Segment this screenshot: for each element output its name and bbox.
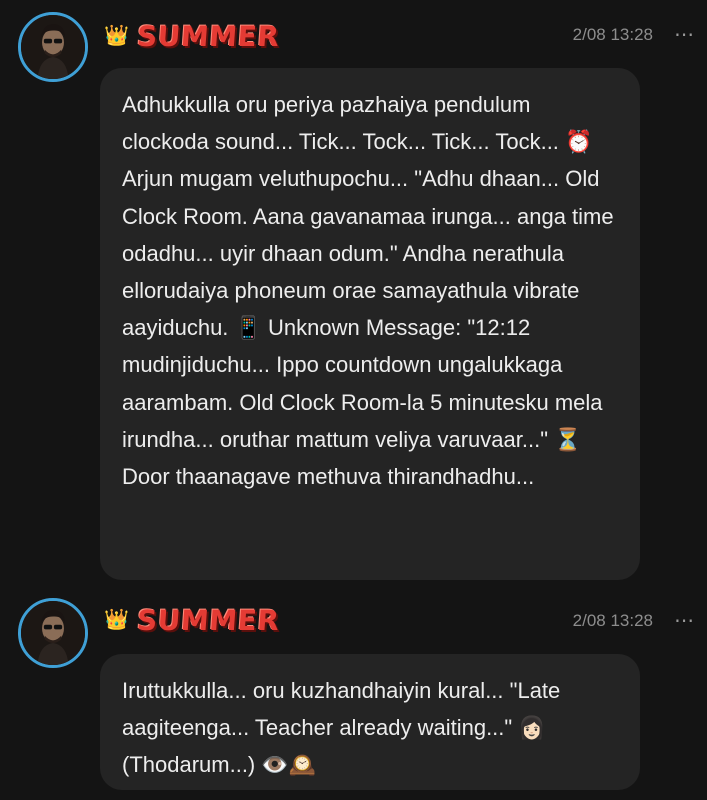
author-avatar[interactable]	[18, 12, 88, 82]
author-avatar[interactable]	[18, 598, 88, 668]
author-row: 👑 SUMMER	[104, 16, 281, 56]
more-options-icon[interactable]: ⋯	[674, 22, 695, 47]
message-bubble: Adhukkulla oru periya pazhaiya pendulum …	[100, 68, 640, 580]
message-bubble: Iruttukkulla... oru kuzhandhaiyin kural.…	[100, 654, 640, 790]
crown-icon: 👑	[104, 25, 129, 47]
author-name[interactable]: SUMMER	[136, 604, 281, 637]
message-timestamp: 2/08 13:28	[572, 611, 653, 630]
message-timestamp: 2/08 13:28	[572, 25, 653, 44]
author-name[interactable]: SUMMER	[136, 20, 281, 53]
avatar-portrait-icon	[21, 601, 85, 665]
avatar-portrait-icon	[21, 15, 85, 79]
crown-icon: 👑	[104, 609, 129, 631]
more-options-icon[interactable]: ⋯	[674, 608, 695, 633]
author-row: 👑 SUMMER	[104, 600, 281, 640]
